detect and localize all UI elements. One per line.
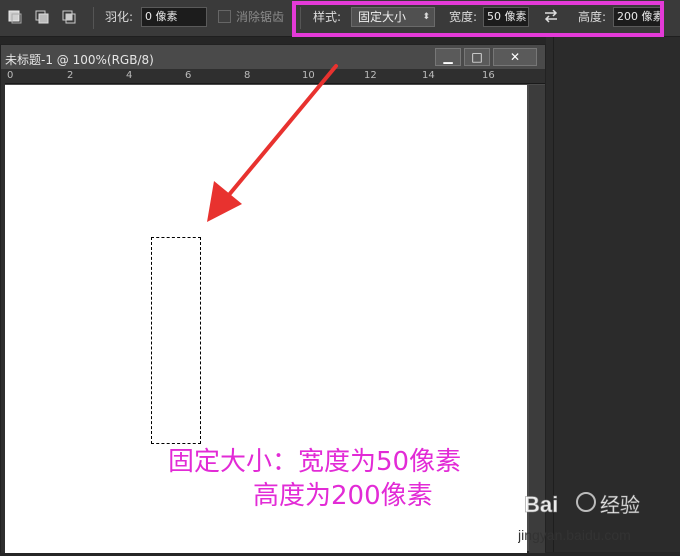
- annotation-line-1: 固定大小：宽度为50像素: [168, 447, 462, 477]
- panel-divider: [553, 37, 554, 552]
- intersect-selection-icon[interactable]: [61, 9, 77, 25]
- svg-text:jingyan.baidu.com: jingyan.baidu.com: [518, 527, 631, 543]
- right-panel-area: [546, 37, 680, 552]
- svg-text:经验: 经验: [600, 493, 640, 517]
- ruler-tick-label: 4: [126, 70, 133, 81]
- horizontal-ruler: 0 2 4 6 8 10 12 14 16: [1, 69, 545, 84]
- ruler-tick-label: 0: [7, 70, 14, 81]
- annotation-line-2: 高度为200像素: [253, 481, 433, 511]
- maximize-button[interactable]: □: [464, 48, 490, 66]
- new-selection-icon[interactable]: [7, 9, 23, 25]
- ruler-tick-label: 2: [67, 70, 74, 81]
- add-to-selection-icon[interactable]: [34, 9, 50, 25]
- toolbar-divider: [93, 7, 94, 29]
- document-title: 未标题-1 @ 100%(RGB/8): [5, 53, 154, 67]
- minimize-button[interactable]: ▁: [435, 48, 461, 66]
- antialias-label: 消除锯齿: [236, 10, 285, 24]
- antialias-checkbox[interactable]: [218, 10, 231, 23]
- close-button[interactable]: ✕: [493, 48, 537, 66]
- minimize-icon: ▁: [443, 50, 453, 64]
- ruler-tick-label: 16: [482, 70, 495, 81]
- baidu-watermark: Bai 经验 jingyan.baidu.com: [517, 478, 680, 552]
- ruler-tick-label: 14: [422, 70, 435, 81]
- ruler-tick-label: 10: [302, 70, 315, 81]
- ruler-tick-label: 6: [185, 70, 192, 81]
- ruler-tick-label: 12: [364, 70, 377, 81]
- ruler-tick-label: 8: [244, 70, 251, 81]
- close-icon: ✕: [509, 50, 521, 64]
- options-highlight-box: [292, 1, 664, 37]
- feather-label: 羽化:: [105, 10, 134, 24]
- feather-input[interactable]: 0 像素: [141, 7, 207, 27]
- maximize-icon: □: [471, 50, 483, 64]
- marquee-selection[interactable]: [151, 237, 201, 444]
- svg-text:Bai: Bai: [524, 492, 558, 517]
